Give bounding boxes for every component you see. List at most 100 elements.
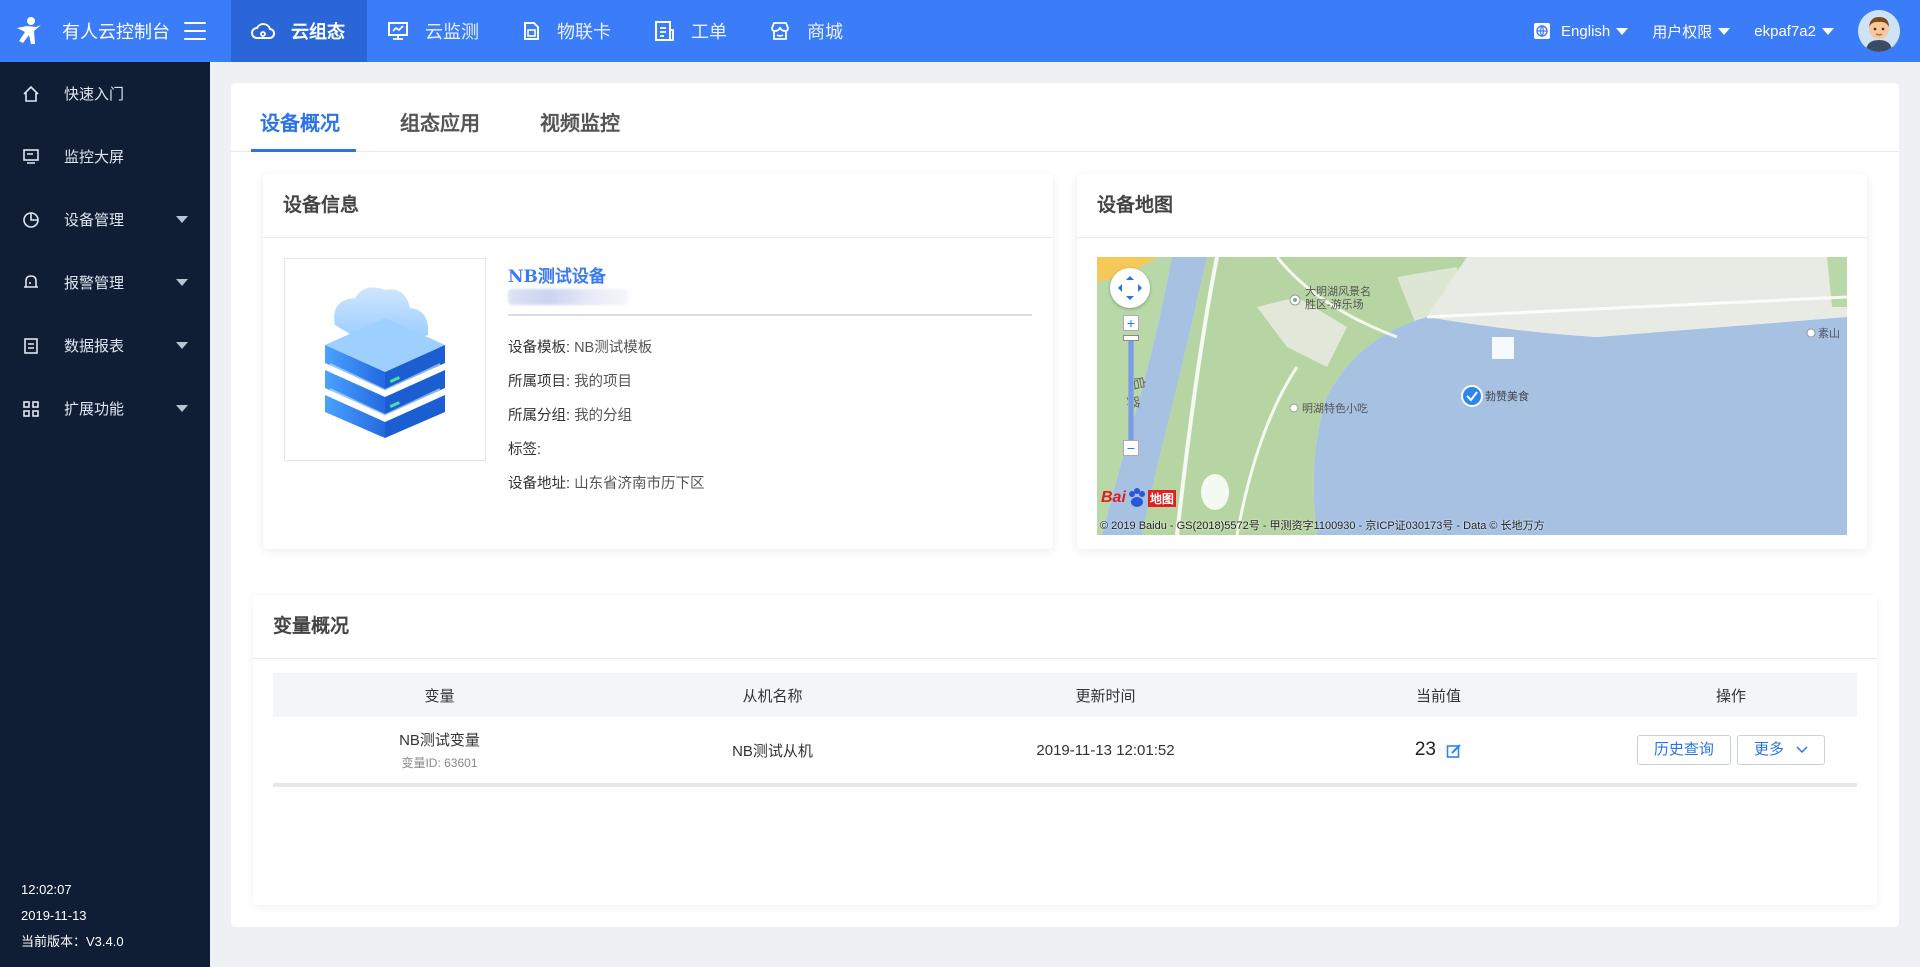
language-selector[interactable]: English: [1533, 22, 1629, 40]
chevron-down-icon: [176, 405, 188, 412]
cell-time: 2019-11-13 12:01:52: [1036, 741, 1175, 759]
device-info-card: 设备信息 NB测试设备 设备模板: NB测试模板 所属项目: 我的项目 所属分组…: [263, 174, 1053, 549]
chevron-down-icon: [176, 279, 188, 286]
table-row: NB测试变量 变量ID: 63601 NB测试从机 2019-11-13 12:…: [273, 717, 1857, 787]
prop-value: NB测试模板: [574, 340, 653, 356]
pie-icon: [23, 211, 39, 228]
logo-icon: [17, 17, 41, 44]
user-menu[interactable]: ekpaf7a2: [1754, 23, 1834, 40]
divider: [508, 314, 1032, 316]
map-marker-icon[interactable]: [1461, 385, 1483, 407]
sidebar-item-alarms[interactable]: 报警管理: [0, 251, 210, 314]
sidebar-item-label: 报警管理: [64, 275, 125, 292]
map-view[interactable]: 大明湖风景名 胜区-游乐场 明湖特色小吃 素山 启 路 勃赞美食 + −: [1097, 257, 1847, 535]
nav-item-cloud-config[interactable]: 云组态: [231, 0, 367, 62]
edit-icon[interactable]: [1446, 743, 1462, 759]
grid-icon: [23, 400, 39, 417]
sidebar-item-label: 快速入门: [64, 86, 125, 103]
device-map-card: 设备地图 大明湖风景名 胜区-游乐场 明湖特色小吃 素山 启 勃赞美食 + − …: [1077, 174, 1867, 549]
col-header: 更新时间: [1075, 687, 1136, 705]
nav-label: 云组态: [291, 22, 345, 42]
cloud-server-icon: [325, 286, 445, 438]
baidu-map-logo: Bai 地图: [1101, 487, 1176, 509]
nav-label: 物联卡: [557, 22, 611, 42]
col-header: 从机名称: [742, 687, 803, 705]
prop-value: 我的分组: [574, 408, 633, 424]
map-label-scenic-2: 胜区-游乐场: [1305, 297, 1364, 311]
sidebar-footer: 12:02:07 2019-11-13 当前版本：V3.4.0: [21, 877, 124, 955]
device-image: [284, 258, 486, 461]
ticket-icon: [655, 21, 674, 41]
prop-project: 所属项目: 我的项目: [508, 365, 705, 399]
avatar-icon: [1858, 10, 1900, 52]
sidebar-item-extensions[interactable]: 扩展功能: [0, 377, 210, 440]
sidebar-item-label: 扩展功能: [64, 401, 125, 418]
prop-group: 所属分组: 我的分组: [508, 399, 705, 433]
device-properties: 设备模板: NB测试模板 所属项目: 我的项目 所属分组: 我的分组 标签: 设…: [508, 331, 705, 501]
pan-arrows-icon: [1118, 276, 1142, 300]
zoom-slider[interactable]: [1128, 335, 1134, 445]
map-label-scenic: 大明湖风景名: [1305, 284, 1371, 298]
brand-name: 有人云控制台: [62, 22, 170, 42]
prop-tags: 标签:: [508, 433, 705, 467]
prop-template: 设备模板: NB测试模板: [508, 331, 705, 365]
col-header: 当前值: [1415, 687, 1461, 705]
map-canvas: 大明湖风景名 胜区-游乐场 明湖特色小吃 素山 启 路 勃赞美食: [1097, 257, 1847, 535]
sidebar-item-dashboard[interactable]: 监控大屏: [0, 125, 210, 188]
prop-value: 我的项目: [574, 374, 633, 390]
tab-config-apps[interactable]: 组态应用: [392, 83, 488, 151]
device-name[interactable]: NB测试设备: [508, 262, 606, 287]
map-copyright: © 2019 Baidu - GS(2018)5572号 - 甲测资字11009…: [1100, 520, 1545, 532]
brand: 有人云控制台: [0, 0, 231, 62]
sim-card-icon: [524, 22, 539, 40]
tab-bar: 设备概况 组态应用 视频监控: [231, 83, 1899, 152]
zoom-in-button[interactable]: +: [1123, 315, 1139, 331]
nav-item-cloud-monitor[interactable]: 云监测: [367, 0, 501, 62]
nav-label: 商城: [807, 22, 843, 42]
sidebar-item-devices[interactable]: 设备管理: [0, 188, 210, 251]
logo-text: Bai: [1101, 489, 1126, 506]
tab-video-monitor[interactable]: 视频监控: [532, 83, 628, 151]
screen-icon: [23, 148, 39, 164]
history-button[interactable]: 历史查询: [1636, 735, 1731, 765]
prop-address: 设备地址: 山东省济南市历下区: [508, 467, 705, 501]
more-button[interactable]: 更多: [1737, 735, 1826, 765]
prop-key: 标签:: [508, 442, 542, 458]
prop-value: 山东省济南市历下区: [574, 476, 705, 492]
chevron-down-icon: [1718, 27, 1731, 35]
clock-time: 12:02:07: [21, 882, 72, 897]
nav-item-ticket[interactable]: 工单: [633, 0, 749, 62]
nav-item-store[interactable]: 商城: [749, 0, 865, 62]
sidebar-item-reports[interactable]: 数据报表: [0, 314, 210, 377]
cloud-icon: [251, 23, 275, 39]
cell-slave: NB测试从机: [732, 742, 813, 760]
prop-key: 设备地址:: [508, 476, 571, 492]
variables-card: 变量概况 变量 从机名称 更新时间 当前值 操作 NB测试变量 变量ID: 63…: [253, 595, 1877, 905]
table-header: 变量 从机名称 更新时间 当前值 操作: [273, 673, 1857, 717]
sidebar-item-label: 设备管理: [64, 212, 125, 229]
sidebar: 快速入门 监控大屏 设备管理 报警管理 数据报表 扩展功能 12:02:07 2…: [0, 62, 210, 967]
col-header: 变量: [424, 687, 455, 705]
tab-device-overview[interactable]: 设备概况: [251, 83, 356, 152]
language-label: English: [1561, 22, 1611, 40]
version-text: 当前版本：V3.4.0: [21, 934, 124, 949]
map-label-east: 素山: [1818, 327, 1840, 340]
report-icon: [24, 337, 38, 354]
device-id-blurred: [508, 289, 628, 305]
menu-toggle-icon[interactable]: [184, 22, 206, 40]
current-value: 23: [1414, 739, 1436, 760]
nav-item-iot-card[interactable]: 物联卡: [501, 0, 633, 62]
map-pan-control[interactable]: [1110, 268, 1150, 308]
avatar[interactable]: [1858, 10, 1900, 52]
zoom-out-button[interactable]: −: [1123, 440, 1139, 456]
sidebar-item-quickstart[interactable]: 快速入门: [0, 62, 210, 125]
cell-actions: 历史查询 更多: [1605, 735, 1857, 765]
permissions-menu[interactable]: 用户权限: [1652, 21, 1731, 42]
sidebar-item-label: 数据报表: [64, 338, 125, 355]
zoom-slider-handle[interactable]: [1123, 335, 1139, 341]
top-bar: 有人云控制台 云组态 云监测 物联卡 工单 商城 English 用户权限 ek…: [0, 0, 1920, 62]
card-title: 变量概况: [253, 595, 1877, 659]
card-title: 设备地图: [1077, 174, 1867, 238]
bell-icon: [24, 274, 38, 288]
logo-text: 地图: [1147, 489, 1176, 507]
